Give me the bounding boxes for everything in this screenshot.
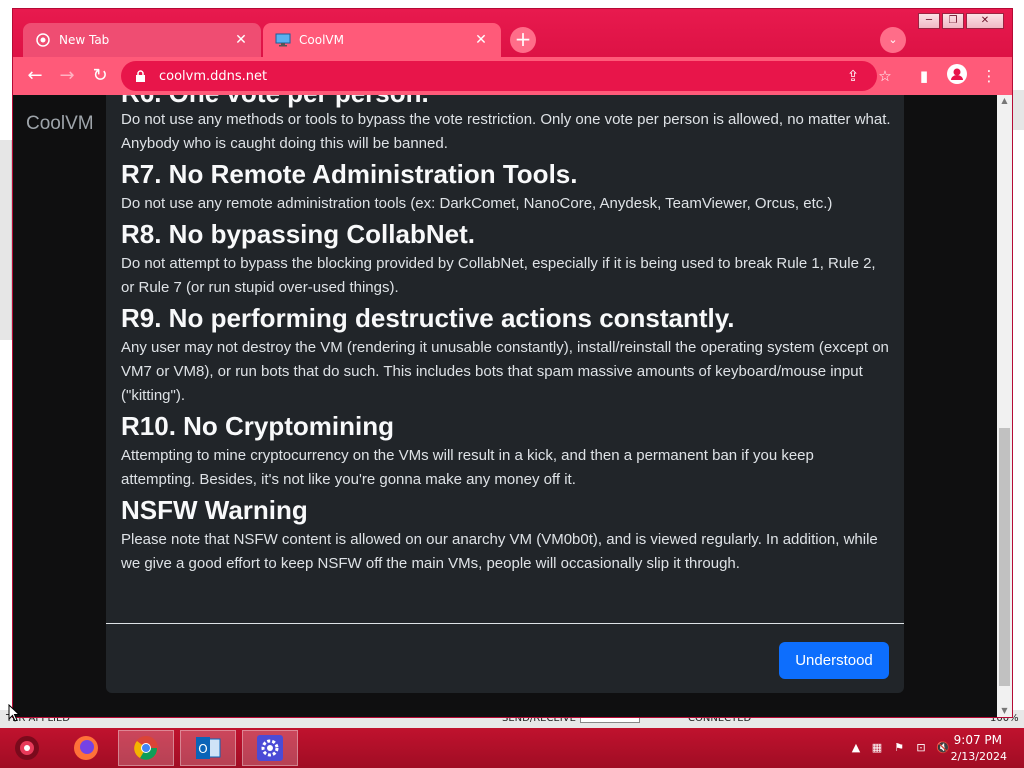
side-panel-icon[interactable]: ▮ bbox=[912, 64, 936, 88]
back-arrow-icon[interactable]: ← bbox=[23, 64, 47, 88]
rule-text: Attempting to mine cryptocurrency on the… bbox=[121, 447, 814, 488]
tab-new-tab[interactable]: New Tab ✕ bbox=[23, 23, 261, 57]
modal-body: R6. One vote per person. Do not use any … bbox=[106, 95, 904, 615]
close-window-button[interactable]: ✕ bbox=[966, 13, 1004, 29]
page-scrollbar[interactable]: ▲ ▼ bbox=[997, 95, 1012, 717]
taskbar-outlook[interactable]: O bbox=[180, 730, 236, 766]
more-menu-icon[interactable]: ⋮ bbox=[977, 64, 1001, 88]
page-viewport: CoolVM R6. One vote per person. Do not u… bbox=[13, 95, 1012, 717]
tab-search-button[interactable]: ⌄ bbox=[880, 27, 906, 53]
maximize-button[interactable]: ❐ bbox=[942, 13, 964, 29]
svg-text:O: O bbox=[198, 742, 207, 756]
rule-text: Do not attempt to bypass the blocking pr… bbox=[121, 255, 876, 296]
modal-footer: Understood bbox=[106, 623, 904, 693]
scroll-down-arrow-icon[interactable]: ▼ bbox=[1000, 707, 1009, 715]
background-app-edge-right bbox=[1012, 90, 1024, 130]
understood-button[interactable]: Understood bbox=[779, 642, 889, 679]
firefox-icon bbox=[74, 736, 98, 760]
monitor-icon bbox=[275, 32, 291, 48]
reload-icon[interactable]: ↻ bbox=[88, 64, 112, 88]
start-button[interactable] bbox=[2, 730, 52, 766]
taskbar: O ▲ ▦ ⚑ ⊡ 🔇 9:07 PM 2/13/2024 bbox=[0, 728, 1024, 768]
chrome-icon bbox=[134, 736, 158, 760]
system-tray: ▲ ▦ ⚑ ⊡ 🔇 9:07 PM 2/13/2024 bbox=[824, 728, 1024, 768]
tab-strip: New Tab ✕ CoolVM ✕ + ⌄ ─ ❐ ✕ bbox=[13, 9, 1012, 57]
background-app-edge-left bbox=[0, 140, 12, 340]
tab-title: CoolVM bbox=[299, 33, 344, 47]
rule-heading: R7. No Remote Administration Tools. bbox=[121, 159, 578, 189]
profile-avatar-icon[interactable] bbox=[945, 64, 969, 88]
taskbar-chrome[interactable] bbox=[118, 730, 174, 766]
rule-heading: R9. No performing destructive actions co… bbox=[121, 303, 735, 333]
browser-toolbar: ← → ↻ coolvm.ddns.net ⇪ ☆ ▮ ⋮ bbox=[13, 57, 1012, 95]
share-icon[interactable]: ⇪ bbox=[841, 64, 865, 88]
volume-muted-icon[interactable]: 🔇 bbox=[936, 741, 950, 755]
tab-title: New Tab bbox=[59, 33, 110, 47]
network-monitor-icon[interactable]: ▦ bbox=[870, 741, 884, 755]
rule-heading-partial: R6. One vote per person. bbox=[121, 95, 429, 109]
start-orb-icon bbox=[15, 736, 39, 760]
rule-heading: R10. No Cryptomining bbox=[121, 411, 395, 441]
url-text: coolvm.ddns.net bbox=[159, 68, 268, 84]
lock-icon bbox=[135, 69, 149, 83]
chrome-icon bbox=[35, 32, 51, 48]
minimize-button[interactable]: ─ bbox=[918, 13, 940, 29]
new-tab-button[interactable]: + bbox=[510, 27, 536, 53]
browser-window: New Tab ✕ CoolVM ✕ + ⌄ ─ ❐ ✕ ← → ↻ coolv… bbox=[12, 8, 1013, 718]
rule-text: Do not use any remote administration too… bbox=[121, 195, 833, 212]
scroll-up-arrow-icon[interactable]: ▲ bbox=[1000, 97, 1009, 105]
taskbar-firefox[interactable] bbox=[58, 730, 114, 766]
rules-modal: R6. One vote per person. Do not use any … bbox=[106, 95, 904, 693]
mouse-cursor-icon bbox=[8, 704, 20, 722]
close-tab-icon[interactable]: ✕ bbox=[233, 32, 249, 48]
gear-icon bbox=[257, 735, 283, 761]
site-name: CoolVM bbox=[26, 113, 94, 134]
rule-heading: NSFW Warning bbox=[121, 495, 308, 525]
rule-heading: R8. No bypassing CollabNet. bbox=[121, 219, 475, 249]
rule-text: Any user may not destroy the VM (renderi… bbox=[121, 339, 889, 404]
forward-arrow-icon[interactable]: → bbox=[55, 64, 79, 88]
network-icon[interactable]: ⊡ bbox=[914, 741, 928, 755]
show-hidden-icons-arrow-icon[interactable]: ▲ bbox=[849, 741, 863, 755]
address-bar[interactable]: coolvm.ddns.net bbox=[121, 61, 877, 91]
close-tab-icon[interactable]: ✕ bbox=[473, 32, 489, 48]
scrollbar-thumb[interactable] bbox=[999, 428, 1010, 686]
rule-text: Please note that NSFW content is allowed… bbox=[121, 531, 878, 572]
bookmark-star-icon[interactable]: ☆ bbox=[873, 64, 897, 88]
clock-date[interactable]: 2/13/2024 bbox=[951, 750, 1007, 763]
tab-coolvm[interactable]: CoolVM ✕ bbox=[263, 23, 501, 57]
rules-list: Do not use any methods or tools to bypas… bbox=[121, 108, 891, 578]
clock-time[interactable]: 9:07 PM bbox=[954, 733, 1002, 747]
action-center-flag-icon[interactable]: ⚑ bbox=[892, 741, 906, 755]
taskbar-settings[interactable] bbox=[242, 730, 298, 766]
outlook-icon: O bbox=[196, 737, 221, 759]
rule-text: Do not use any methods or tools to bypas… bbox=[121, 111, 891, 152]
